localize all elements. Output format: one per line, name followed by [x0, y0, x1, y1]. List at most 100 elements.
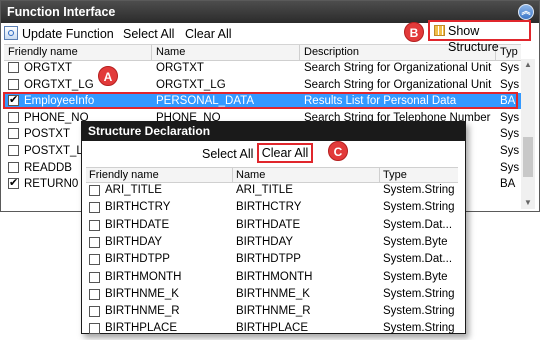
- row-checkbox[interactable]: [89, 323, 100, 335]
- row-checkbox[interactable]: [8, 145, 19, 156]
- dialog-select-all-button[interactable]: Select All: [202, 147, 253, 161]
- structure-declaration-dialog: Structure Declaration Select All Clear A…: [81, 121, 466, 337]
- friendly-name-cell: BIRTHNME_K: [105, 287, 179, 300]
- update-function-button[interactable]: Update Function: [22, 26, 114, 42]
- scroll-thumb[interactable]: [523, 137, 533, 177]
- dialog-grid-header: Friendly name Name Type: [86, 167, 458, 183]
- row-checkbox[interactable]: [8, 93, 19, 107]
- table-row[interactable]: BIRTHDAY BIRTHDAY System.Byte: [86, 234, 458, 251]
- friendly-name-cell: BIRTHMONTH: [105, 270, 182, 283]
- row-checkbox[interactable]: [89, 202, 100, 214]
- friendly-name-cell: ORGTXT_LG: [24, 78, 94, 91]
- type-cell: Sys: [500, 62, 520, 74]
- type-cell: System.String: [383, 201, 455, 214]
- name-cell: BIRTHDTPP: [236, 253, 301, 266]
- type-cell: BA: [500, 178, 516, 191]
- table-row[interactable]: BIRTHNME_K BIRTHNME_K System.String: [86, 286, 458, 303]
- row-checkbox[interactable]: [89, 185, 100, 196]
- dialog-clear-all-button[interactable]: Clear All: [257, 143, 313, 163]
- table-row[interactable]: BIRTHNME_R BIRTHNME_R System.String: [86, 303, 458, 320]
- type-cell: System.String: [383, 287, 455, 300]
- type-cell: Sys: [500, 161, 520, 174]
- name-cell: BIRTHMONTH: [236, 270, 313, 283]
- update-function-icon[interactable]: [4, 26, 18, 40]
- row-checkbox[interactable]: [89, 254, 100, 266]
- friendly-name-cell: BIRTHDAY: [105, 235, 163, 248]
- row-checkbox[interactable]: [8, 78, 19, 90]
- friendly-name-cell: ORGTXT: [24, 62, 72, 74]
- name-cell: BIRTHNME_K: [236, 287, 310, 300]
- grid-scrollbar[interactable]: ▲ ▼: [521, 59, 535, 209]
- type-cell: System.Dat...: [383, 253, 453, 266]
- row-checkbox[interactable]: [89, 236, 100, 248]
- callout-a: A: [98, 66, 118, 86]
- show-structure-label: Show Structure: [448, 24, 499, 54]
- select-all-button[interactable]: Select All: [123, 26, 174, 42]
- panel-title: Function Interface: [7, 5, 116, 19]
- grid-header: Friendly name Name Description Typ: [4, 44, 521, 61]
- description-cell: Search String for Organizational Unit: [304, 62, 492, 74]
- table-row[interactable]: BIRTHPLACE BIRTHPLACE System.String: [86, 320, 458, 337]
- friendly-name-cell: BIRTHDTPP: [105, 253, 170, 266]
- dialog-column-header-friendly-name[interactable]: Friendly name: [86, 168, 233, 182]
- row-checkbox[interactable]: [8, 161, 19, 173]
- table-row[interactable]: ORGTXT_LG ORGTXT_LG Search String for Orga…: [4, 77, 521, 93]
- row-checkbox[interactable]: [8, 176, 19, 190]
- friendly-name-cell: EmployeeInfo: [24, 95, 95, 108]
- row-checkbox[interactable]: [8, 111, 19, 123]
- show-structure-button[interactable]: Show Structure: [428, 20, 531, 54]
- row-checkbox[interactable]: [89, 271, 100, 283]
- column-header-friendly-name[interactable]: Friendly name: [4, 45, 152, 60]
- row-checkbox[interactable]: [89, 288, 100, 300]
- name-cell: ORGTXT: [156, 62, 204, 74]
- dialog-title: Structure Declaration: [82, 122, 465, 141]
- name-cell: BIRTHPLACE: [236, 322, 309, 335]
- friendly-name-cell: BIRTHCTRY: [105, 201, 171, 214]
- type-cell: Sys: [500, 78, 520, 91]
- name-cell: BIRTHDAY: [236, 235, 294, 248]
- column-header-name[interactable]: Name: [152, 45, 300, 60]
- table-icon: [434, 25, 445, 36]
- row-checkbox[interactable]: [89, 219, 100, 231]
- table-row[interactable]: BIRTHMONTH BIRTHMONTH System.Byte: [86, 269, 458, 286]
- friendly-name-cell: BIRTHNME_R: [105, 305, 180, 318]
- double-chevron-up-icon[interactable]: ︽: [518, 4, 534, 20]
- name-cell: BIRTHCTRY: [236, 201, 302, 214]
- friendly-name-cell: ARI_TITLE: [105, 184, 162, 196]
- type-cell: System.Byte: [383, 270, 448, 283]
- callout-c: C: [328, 141, 348, 161]
- row-checkbox[interactable]: [8, 62, 19, 73]
- type-cell: System.String: [383, 322, 455, 335]
- table-row[interactable]: BIRTHDTPP BIRTHDTPP System.Dat...: [86, 251, 458, 268]
- dialog-toolbar: Select All Clear All: [82, 141, 465, 167]
- callout-b: B: [404, 22, 424, 42]
- dialog-column-header-type[interactable]: Type: [380, 168, 458, 182]
- type-cell: Sys: [500, 128, 520, 141]
- type-cell: Sys: [500, 111, 520, 124]
- scroll-down-icon[interactable]: ▼: [521, 197, 535, 209]
- type-cell: Sys: [500, 145, 520, 157]
- type-cell: System.String: [383, 184, 455, 196]
- table-row[interactable]: ARI_TITLE ARI_TITLE System.String: [86, 182, 458, 199]
- row-checkbox[interactable]: [89, 306, 100, 318]
- scroll-up-icon[interactable]: ▲: [521, 59, 535, 71]
- table-row[interactable]: ORGTXT ORGTXT Search String for Organizati…: [4, 60, 521, 76]
- friendly-name-cell: BIRTHPLACE: [105, 322, 178, 335]
- clear-all-button[interactable]: Clear All: [185, 26, 232, 42]
- table-row[interactable]: EmployeeInfo PERSONAL_DATA Results List fo…: [4, 93, 521, 110]
- name-cell: ARI_TITLE: [236, 184, 293, 196]
- table-row[interactable]: BIRTHDATE BIRTHDATE System.Dat...: [86, 217, 458, 234]
- name-cell: PERSONAL_DATA: [156, 95, 254, 108]
- type-cell: BA: [500, 95, 516, 108]
- name-cell: BIRTHNME_R: [236, 305, 311, 318]
- type-cell: System.String: [383, 305, 455, 318]
- description-cell: Results List for Personal Data: [304, 95, 457, 108]
- type-cell: System.Byte: [383, 235, 448, 248]
- type-cell: System.Dat...: [383, 218, 453, 231]
- dialog-column-header-name[interactable]: Name: [233, 168, 380, 182]
- friendly-name-cell: BIRTHDATE: [105, 218, 170, 231]
- name-cell: BIRTHDATE: [236, 218, 301, 231]
- table-row[interactable]: BIRTHCTRY BIRTHCTRY System.String: [86, 199, 458, 216]
- description-cell: Search String for Organizational Unit (l…: [304, 78, 494, 91]
- row-checkbox[interactable]: [8, 128, 19, 140]
